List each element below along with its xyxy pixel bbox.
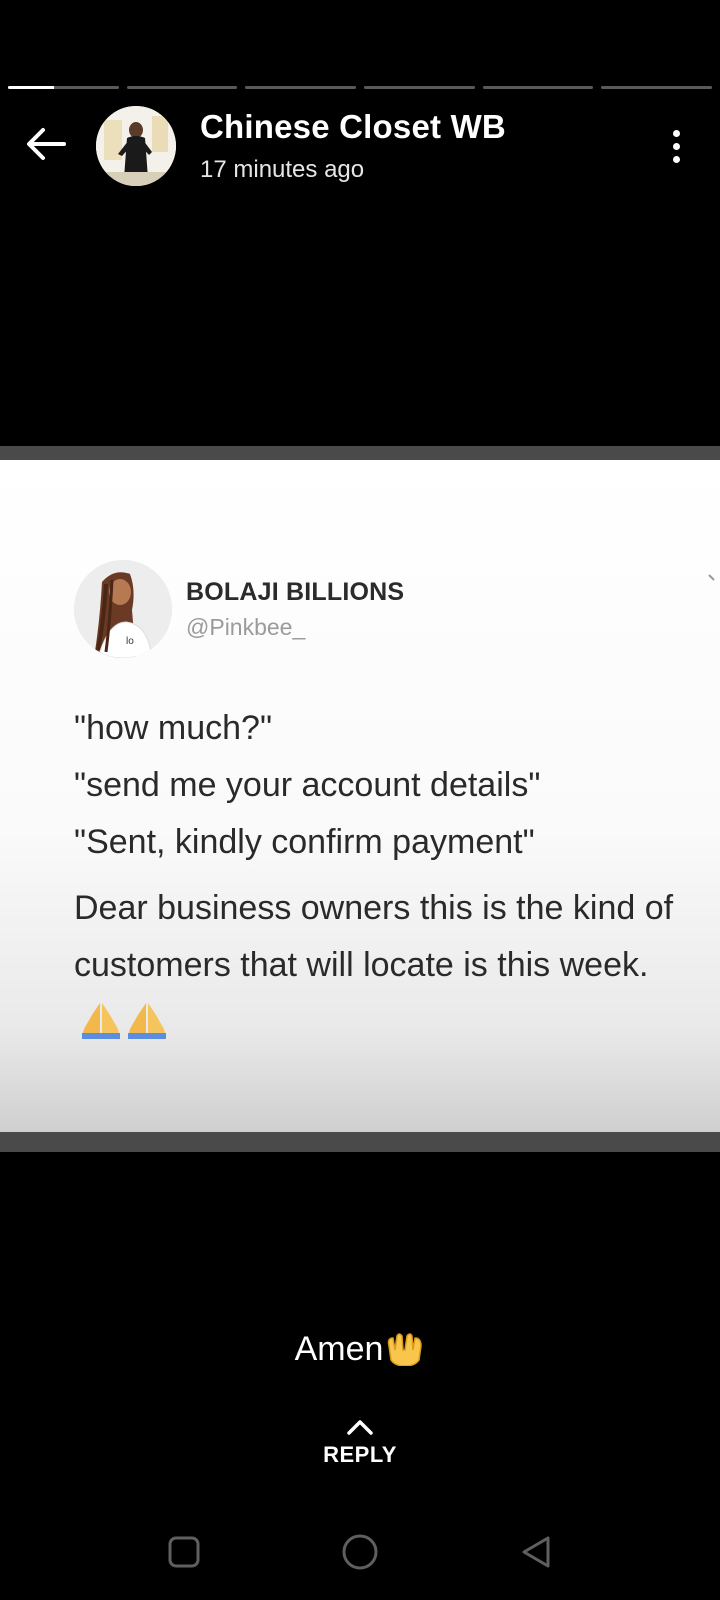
tweet-avatar: lo	[74, 560, 172, 658]
story-viewer: Chinese Closet WB 17 minutes ago lo BOLA…	[0, 0, 720, 1600]
story-caption: Amen	[0, 1330, 720, 1375]
svg-text:lo: lo	[126, 636, 134, 647]
avatar-image	[96, 106, 176, 186]
progress-segment	[364, 86, 475, 89]
tweet-author-handle: @Pinkbee_	[186, 614, 306, 640]
tweet-body-text: Dear business owners this is the kind of…	[74, 889, 674, 984]
home-button[interactable]	[338, 1530, 382, 1574]
more-vertical-icon	[672, 129, 680, 137]
story-caption-text: Amen	[294, 1330, 384, 1368]
tweet-line: "Sent, kindly confirm payment"	[74, 823, 535, 861]
chevron-down-icon	[708, 574, 715, 581]
progress-segment	[245, 86, 357, 89]
praying-hands-icon	[78, 1000, 170, 1057]
recents-button[interactable]	[162, 1530, 206, 1574]
tweet-line: "how much?"	[74, 709, 273, 747]
nav-back-button[interactable]	[514, 1530, 558, 1574]
arrow-left-icon	[27, 128, 66, 160]
tweet-avatar-image: lo	[74, 560, 172, 658]
story-progress-bar	[8, 86, 713, 90]
raising-hands-icon	[385, 1332, 425, 1375]
circle-icon	[342, 1534, 378, 1570]
progress-segment	[126, 86, 238, 89]
progress-segment	[482, 86, 594, 89]
tweet-line: "send me your account details"	[74, 766, 541, 804]
progress-segment	[8, 86, 119, 89]
more-options-button[interactable]	[656, 124, 696, 168]
story-author-name[interactable]: Chinese Closet WB	[200, 108, 506, 146]
triangle-left-icon	[522, 1536, 550, 1568]
system-nav-bar	[0, 1520, 720, 1584]
progress-segment	[601, 86, 713, 89]
square-icon	[168, 1536, 200, 1568]
tweet-author-name: BOLAJI BILLIONS	[186, 578, 405, 606]
reply-button[interactable]: REPLY	[300, 1418, 420, 1488]
story-image: lo BOLAJI BILLIONS @Pinkbee_ "how much?"…	[0, 446, 720, 1152]
tweet-quoted-lines: "how much?" "send me your account detail…	[74, 700, 714, 871]
tweet-screenshot: lo BOLAJI BILLIONS @Pinkbee_ "how much?"…	[0, 460, 720, 1132]
reply-label: REPLY	[323, 1442, 397, 1467]
story-timestamp: 17 minutes ago	[200, 156, 365, 183]
tweet-body: Dear business owners this is the kind of…	[74, 880, 714, 1057]
profile-avatar[interactable]	[96, 106, 176, 186]
chevron-up-icon	[347, 1420, 373, 1435]
back-button[interactable]	[22, 120, 70, 168]
